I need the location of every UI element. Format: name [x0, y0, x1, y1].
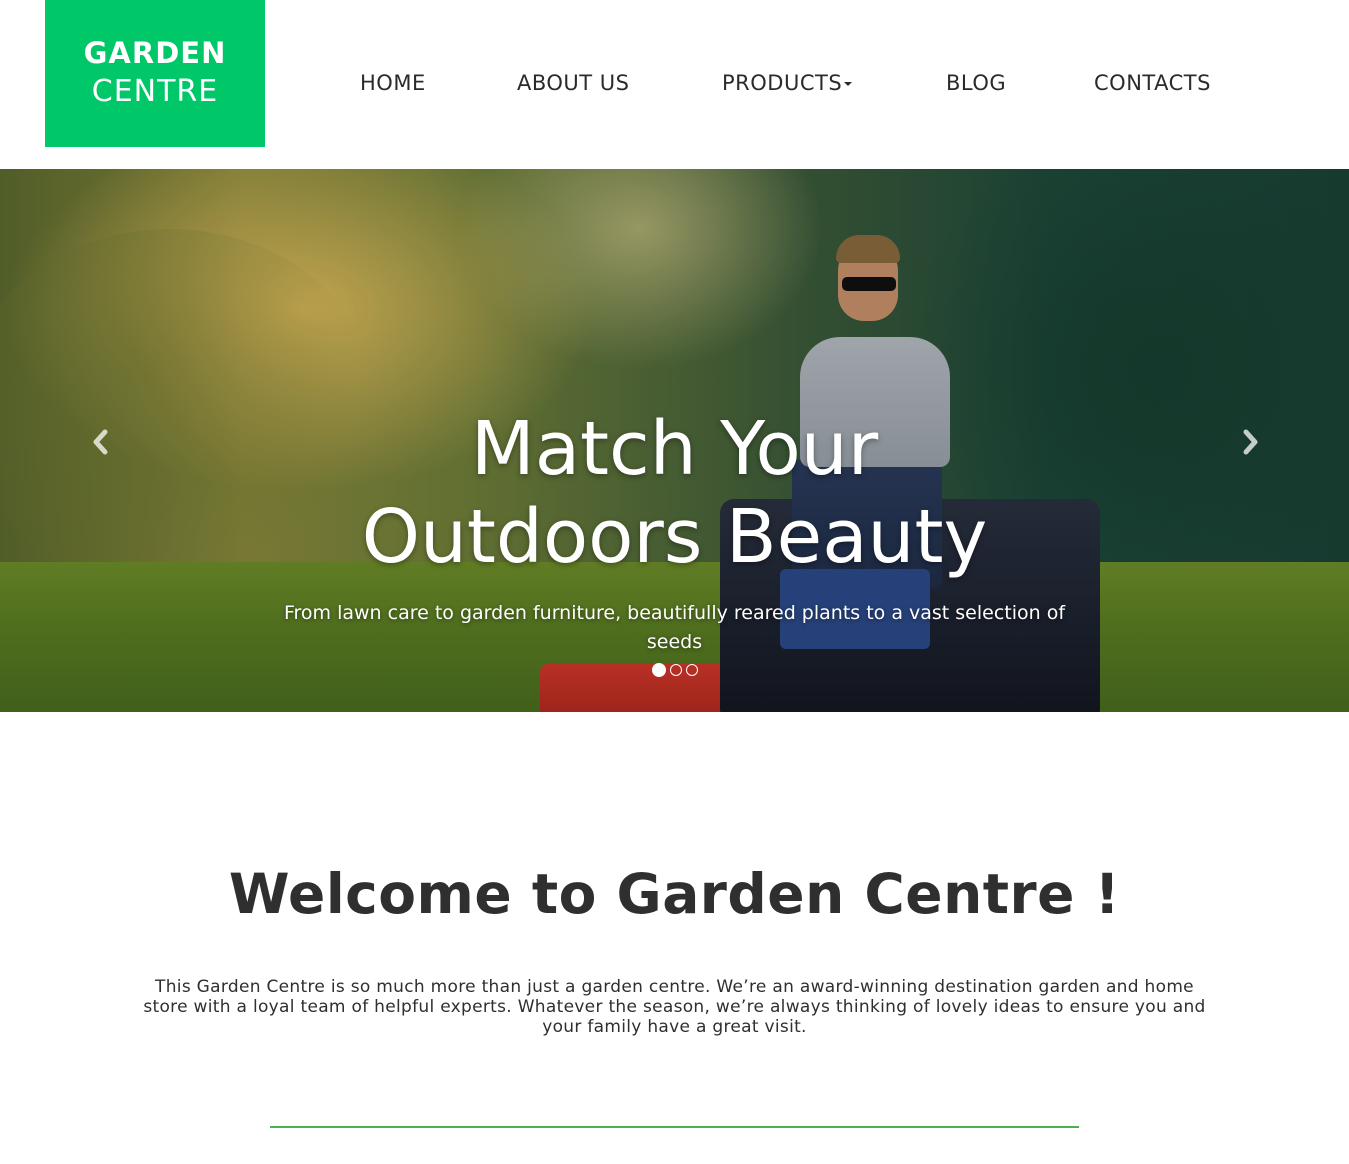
nav-item-label: HOME — [360, 71, 426, 95]
carousel-indicator-3[interactable] — [686, 664, 698, 676]
carousel-indicator-2[interactable] — [670, 664, 682, 676]
chevron-left-icon — [93, 429, 108, 455]
nav-item-products[interactable]: PRODUCTS — [722, 68, 853, 98]
nav-item-label: PRODUCTS — [722, 71, 843, 95]
nav-item-label: BLOG — [946, 71, 1007, 95]
carousel-next-button[interactable] — [1235, 427, 1265, 457]
nav-item-home[interactable]: HOME — [360, 68, 426, 98]
nav-item-contacts[interactable]: CONTACTS — [1094, 68, 1211, 98]
main-navigation: HOME ABOUT US PRODUCTS BLOG CONTACTS — [0, 68, 1349, 98]
nav-item-blog[interactable]: BLOG — [946, 68, 1006, 98]
nav-item-about-us[interactable]: ABOUT US — [517, 68, 630, 98]
hero-subtitle: From lawn care to garden furniture, beau… — [283, 602, 1066, 653]
nav-item-label: ABOUT US — [517, 71, 630, 95]
welcome-heading: Welcome to Garden Centre ! — [228, 862, 1121, 926]
nav-item-label: CONTACTS — [1094, 71, 1211, 95]
site-header: GARDEN CENTRE HOME ABOUT US PRODUCTS BLO… — [0, 0, 1349, 169]
caret-down-icon — [844, 82, 853, 86]
hero-carousel: Match Your Outdoors Beauty From lawn car… — [0, 169, 1349, 712]
welcome-paragraph: This Garden Centre is so much more than … — [143, 977, 1206, 1037]
logo-line-1: GARDEN — [83, 36, 227, 70]
carousel-indicator-1[interactable] — [652, 663, 666, 677]
hero-title-line-2: Outdoors Beauty — [361, 494, 988, 580]
chevron-right-icon — [1243, 429, 1258, 455]
carousel-prev-button[interactable] — [86, 427, 116, 457]
hero-title: Match Your Outdoors Beauty — [0, 405, 1349, 581]
section-divider — [270, 1126, 1079, 1128]
hero-title-line-1: Match Your — [470, 406, 879, 492]
